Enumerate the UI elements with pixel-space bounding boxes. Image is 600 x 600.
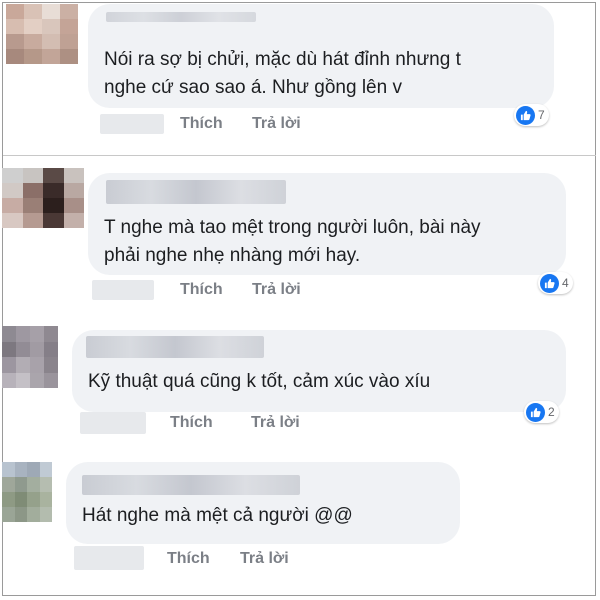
like-icon: [526, 402, 545, 422]
author-name[interactable]: [82, 475, 300, 495]
like-button[interactable]: Thích: [167, 550, 210, 568]
avatar[interactable]: [6, 4, 78, 64]
like-button[interactable]: Thích: [180, 281, 223, 299]
reaction-summary[interactable]: 7: [514, 104, 549, 126]
reply-button[interactable]: Trả lời: [252, 281, 301, 299]
avatar[interactable]: [2, 326, 58, 388]
avatar[interactable]: [2, 168, 84, 228]
author-name[interactable]: [106, 12, 256, 22]
avatar[interactable]: [2, 462, 52, 522]
timestamp[interactable]: [92, 280, 154, 300]
reaction-summary[interactable]: 4: [538, 272, 573, 294]
comment-text: T nghe mà tao mệt trong người luôn, bài …: [104, 217, 481, 266]
reply-button[interactable]: Trả lời: [240, 550, 289, 568]
separator: [3, 155, 596, 156]
comment-text: Kỹ thuật quá cũng k tốt, cảm xúc vào xíu: [88, 371, 431, 392]
timestamp[interactable]: [100, 114, 164, 134]
reply-button[interactable]: Trả lời: [252, 115, 301, 133]
reaction-count: 4: [562, 276, 569, 290]
author-name[interactable]: [106, 180, 286, 204]
reply-button[interactable]: Trả lời: [251, 414, 300, 432]
comment-text: Nói ra sợ bị chửi, mặc dù hát đỉnh nhưng…: [104, 49, 461, 98]
like-icon: [516, 105, 535, 125]
like-icon: [540, 273, 559, 293]
like-button[interactable]: Thích: [180, 115, 223, 133]
timestamp[interactable]: [74, 546, 144, 570]
comment-text: Hát nghe mà mệt cả người @@: [82, 505, 353, 526]
reaction-count: 2: [548, 405, 555, 419]
timestamp[interactable]: [80, 412, 146, 434]
reaction-count: 7: [538, 108, 545, 122]
like-button[interactable]: Thích: [170, 414, 213, 432]
author-name[interactable]: [86, 336, 264, 358]
reaction-summary[interactable]: 2: [524, 401, 559, 423]
